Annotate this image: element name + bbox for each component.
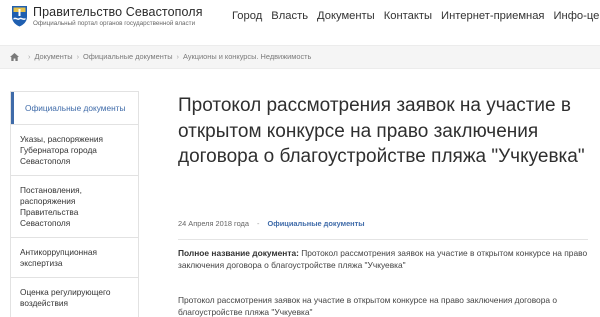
meta-separator: - (257, 219, 260, 228)
document-body: Протокол рассмотрения заявок на участие … (178, 295, 558, 317)
nav-internet-reception[interactable]: Интернет-приемная (441, 10, 544, 22)
main-nav: Город Власть Документы Контакты Интернет… (232, 10, 600, 22)
breadcrumb-separator: › (28, 52, 31, 61)
document-full-name: Полное название документа: Протокол расс… (178, 247, 588, 271)
sidebar-item-label: Антикоррупционная экспертиза (20, 247, 97, 268)
site-title[interactable]: Правительство Севастополя (33, 5, 203, 19)
sidebar-menu: Официальные документы Указы, распоряжени… (10, 91, 139, 317)
breadcrumb: › Документы › Официальные документы › Ау… (10, 52, 311, 61)
sidebar-item-label: Официальные документы (25, 103, 126, 113)
sidebar-item-regulatory-impact[interactable]: Оценка регулирующего воздействия (11, 277, 138, 317)
breadcrumb-bar: › Документы › Официальные документы › Ау… (0, 45, 600, 69)
breadcrumb-current: Аукционы и конкурсы. Недвижимость (183, 52, 312, 61)
article-meta: 24 Апреля 2018 года - Официальные докуме… (178, 219, 365, 228)
publish-date: 24 Апреля 2018 года (178, 219, 249, 228)
sidebar-item-label: Постановления, распоряжения Правительств… (20, 185, 82, 228)
category-link[interactable]: Официальные документы (268, 219, 365, 228)
sidebar-item-governor-decrees[interactable]: Указы, распоряжения Губернатора города С… (11, 124, 138, 175)
breadcrumb-separator: › (76, 52, 80, 61)
page-title: Протокол рассмотрения заявок на участие … (178, 95, 585, 167)
nav-contacts[interactable]: Контакты (384, 10, 432, 22)
nav-documents[interactable]: Документы (317, 10, 375, 22)
nav-city[interactable]: Город (232, 10, 262, 22)
sidebar-item-label: Оценка регулирующего воздействия (20, 287, 111, 308)
coat-of-arms-logo[interactable] (11, 5, 28, 27)
sidebar-item-label: Указы, распоряжения Губернатора города С… (20, 134, 103, 166)
site-subtitle: Официальный портал органов государственн… (33, 20, 196, 27)
site-header: Правительство Севастополя Официальный по… (0, 0, 600, 38)
breadcrumb-documents[interactable]: Документы (34, 52, 72, 61)
breadcrumb-separator: › (176, 52, 179, 61)
sidebar-item-official-documents[interactable]: Официальные документы (11, 92, 138, 124)
home-icon[interactable] (10, 52, 19, 61)
nav-info-center[interactable]: Инфо-центр (553, 10, 600, 22)
sidebar-item-anticorruption[interactable]: Антикоррупционная экспертиза (11, 237, 138, 277)
sidebar-item-government-resolutions[interactable]: Постановления, распоряжения Правительств… (11, 175, 138, 237)
divider (178, 239, 588, 240)
breadcrumb-official-documents[interactable]: Официальные документы (83, 52, 172, 61)
full-name-label: Полное название документа: (178, 248, 299, 258)
nav-government[interactable]: Власть (271, 10, 308, 22)
